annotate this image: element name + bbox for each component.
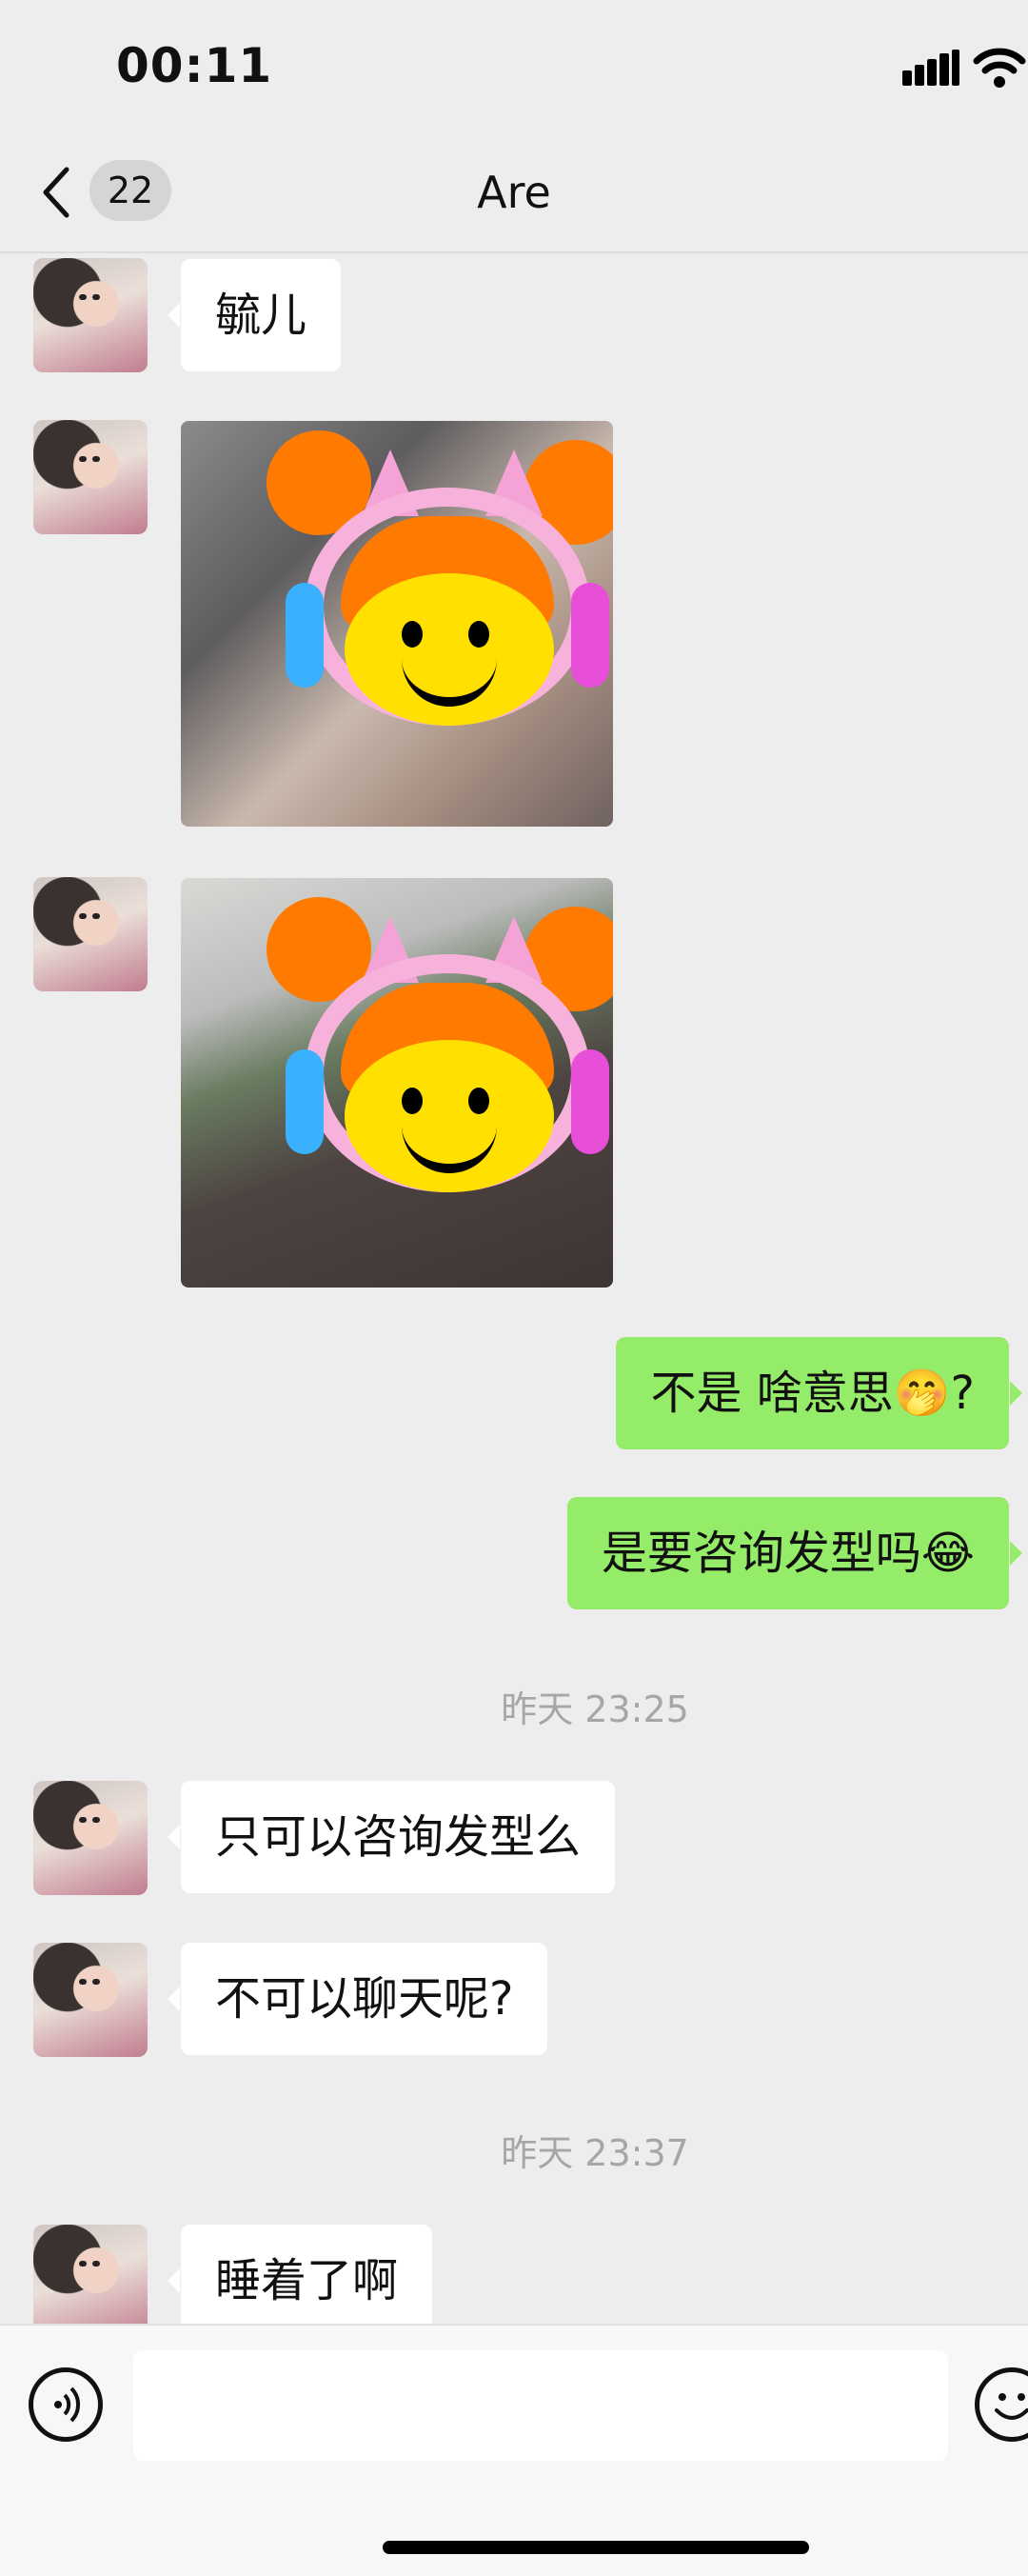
contact-avatar[interactable] <box>33 258 148 372</box>
emoji-icon[interactable] <box>975 2367 1028 2442</box>
input-bar <box>0 2324 1028 2576</box>
image-message[interactable] <box>181 421 613 827</box>
sticker-mask <box>267 430 613 745</box>
message-input[interactable] <box>133 2350 948 2461</box>
message-bubble[interactable]: 只可以咨询发型么 <box>167 1781 616 1893</box>
message-bubble[interactable]: 不可以聊天呢? <box>167 1943 548 2055</box>
wifi-icon <box>973 48 1026 88</box>
contact-avatar[interactable] <box>33 1943 148 2057</box>
timestamp: 昨天 23:37 <box>501 2132 689 2174</box>
contact-avatar[interactable] <box>33 1781 148 1895</box>
timestamp: 昨天 23:25 <box>501 1688 689 1730</box>
sticker-mask <box>267 897 613 1211</box>
contact-avatar[interactable] <box>33 420 148 534</box>
message-bubble[interactable]: 毓儿 <box>167 259 342 371</box>
status-time: 00:11 <box>116 38 273 93</box>
image-message[interactable] <box>181 878 613 1288</box>
status-bar: 00:11 <box>0 0 1028 133</box>
contact-avatar[interactable] <box>33 2225 148 2324</box>
chat-title: Are <box>477 167 551 218</box>
message-bubble[interactable]: 睡着了啊 <box>167 2225 433 2324</box>
cellular-signal-icon <box>902 50 959 86</box>
home-indicator[interactable] <box>383 2541 809 2554</box>
voice-icon[interactable] <box>29 2367 103 2442</box>
chat-header: 22 Are <box>0 133 1028 253</box>
message-bubble[interactable]: 是要咨询发型吗😂 <box>566 1497 1023 1609</box>
message-bubble[interactable]: 不是 啥意思🤭? <box>616 1337 1022 1449</box>
contact-avatar[interactable] <box>33 877 148 991</box>
message-list[interactable]: 毓儿 不是 啥意思🤭? 是要咨询发型吗😂 昨天 23:25 只可以咨询发型么 不… <box>0 253 1028 2324</box>
